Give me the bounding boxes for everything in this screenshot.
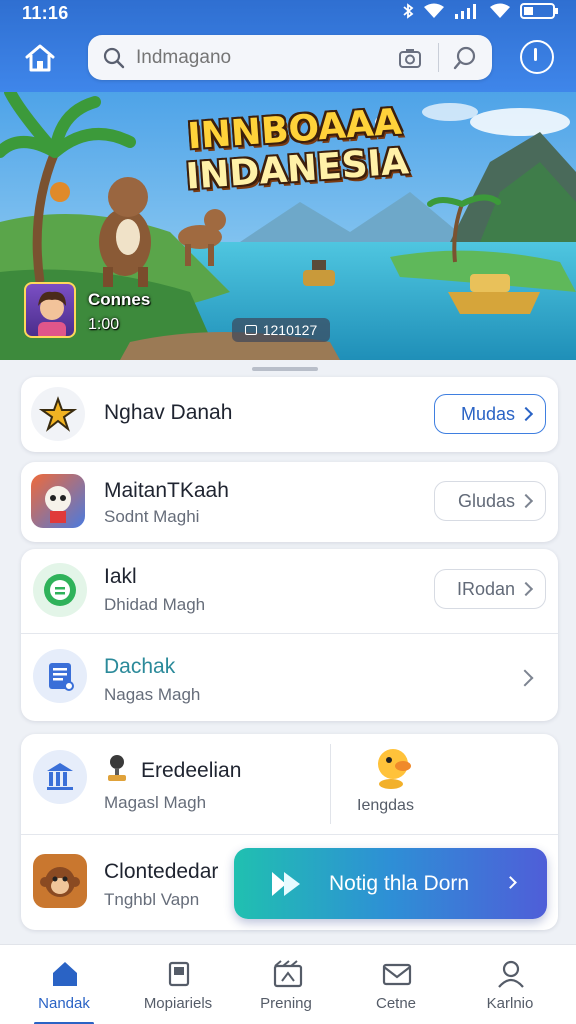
row1-action-button[interactable]: Mudas bbox=[434, 394, 546, 434]
monkey-app-icon bbox=[33, 854, 87, 908]
row-divider bbox=[21, 633, 558, 634]
search-bar[interactable] bbox=[88, 35, 492, 80]
bottom-navigation: Nandak Mopiariels Prening Cetne Karlnio bbox=[0, 944, 576, 1024]
cta-button[interactable]: Notig thla Dorn bbox=[234, 848, 547, 919]
status-bar: 11:16 bbox=[0, 0, 576, 26]
play-icon bbox=[270, 870, 304, 903]
nav-label: Karlnio bbox=[486, 995, 534, 1012]
row-title: MaitanTKaah bbox=[104, 479, 229, 502]
image-icon bbox=[244, 325, 257, 335]
nav-label: Prening bbox=[260, 995, 312, 1012]
list-card-1[interactable]: Nghav Danah Mudas bbox=[21, 377, 558, 452]
row2-action-button[interactable]: Gludas bbox=[434, 481, 546, 521]
row-title: Iakl bbox=[104, 565, 137, 588]
bank-app-icon bbox=[33, 750, 87, 804]
row-title: Nghav Danah bbox=[104, 401, 233, 424]
banner-title: INNBOAAA INDANESIA bbox=[174, 102, 419, 199]
home-icon bbox=[50, 959, 80, 994]
nav-contact[interactable]: Cetne bbox=[348, 945, 444, 1024]
row-subtitle: Tnghbl Vapn bbox=[104, 890, 200, 909]
side-label: Iengdas bbox=[357, 797, 414, 814]
banner-counter-badge: 1210127 bbox=[232, 318, 330, 342]
nav-label: Mopiariels bbox=[143, 995, 213, 1012]
star-app-icon bbox=[31, 387, 85, 441]
signal-icon bbox=[454, 3, 480, 24]
nav-label: Cetne bbox=[375, 995, 417, 1012]
top-app-bar: 11:16 bbox=[0, 0, 576, 92]
cta-label: Notig thla Dorn bbox=[329, 872, 470, 895]
search-divider bbox=[438, 43, 439, 72]
nav-pricing[interactable]: Prening bbox=[238, 945, 334, 1024]
row-divider bbox=[21, 834, 558, 835]
search-input[interactable] bbox=[136, 43, 386, 72]
row-title: Eredeelian bbox=[141, 759, 242, 782]
featured-banner[interactable]: INNBOAAA INDANESIA Connes 1:00 1210127 bbox=[0, 92, 576, 360]
vertical-divider bbox=[330, 744, 331, 824]
duck-mascot-icon[interactable] bbox=[371, 744, 415, 795]
document-app-icon bbox=[33, 649, 87, 703]
game-app-icon bbox=[31, 474, 85, 528]
nav-materials[interactable]: Mopiariels bbox=[130, 945, 226, 1024]
row-title: Clontededar bbox=[104, 860, 219, 883]
house-icon bbox=[25, 44, 55, 72]
sheet-drag-handle[interactable] bbox=[252, 367, 318, 371]
row3-action-button[interactable]: IRodan bbox=[434, 569, 546, 609]
chevron-right-icon bbox=[504, 876, 517, 889]
banner-player-time: 1:00 bbox=[88, 316, 120, 333]
banner-player-name: Connes bbox=[88, 290, 151, 309]
list-card-2[interactable]: MaitanTKaah Sodnt Maghi Gludas bbox=[21, 462, 558, 542]
row-subtitle: Dhidad Magh bbox=[104, 595, 206, 614]
search-icon bbox=[102, 46, 126, 75]
nav-home[interactable]: Nandak bbox=[16, 945, 112, 1024]
camera-icon[interactable] bbox=[398, 46, 422, 75]
row-subtitle: Magasl Magh bbox=[104, 793, 207, 812]
user-icon bbox=[496, 959, 526, 994]
status-icons bbox=[402, 2, 560, 25]
nav-label: Nandak bbox=[38, 995, 90, 1012]
joystick-icon bbox=[105, 754, 129, 789]
status-time: 11:16 bbox=[22, 3, 69, 23]
video-icon bbox=[272, 959, 304, 994]
battery-icon bbox=[520, 2, 560, 25]
row-subtitle: Nagas Magh bbox=[104, 685, 201, 704]
row-title: Dachak bbox=[104, 655, 176, 678]
row-subtitle: Sodnt Maghi bbox=[104, 507, 200, 526]
player-avatar[interactable] bbox=[24, 282, 76, 338]
chat-app-icon bbox=[33, 563, 87, 617]
home-button[interactable] bbox=[20, 38, 60, 78]
book-icon bbox=[164, 959, 194, 994]
nav-profile[interactable]: Karlnio bbox=[462, 945, 558, 1024]
power-button[interactable] bbox=[520, 40, 554, 74]
voice-search-icon[interactable] bbox=[452, 45, 478, 76]
wifi-icon bbox=[423, 3, 445, 24]
mail-icon bbox=[382, 959, 412, 994]
list-card-3: Iakl Dhidad Magh IRodan Dachak Nagas Mag… bbox=[21, 549, 558, 721]
chevron-right-icon[interactable] bbox=[516, 669, 534, 687]
wifi-icon-2 bbox=[489, 3, 511, 24]
bluetooth-icon bbox=[402, 2, 414, 24]
banner-counter-value: 1210127 bbox=[262, 322, 318, 338]
